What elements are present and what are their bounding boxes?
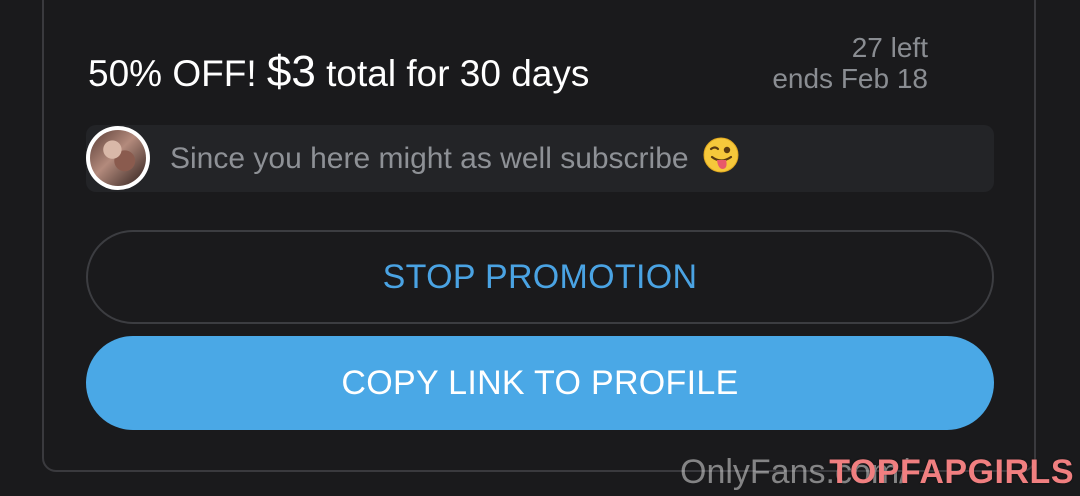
promotion-message: Since you here might as well subscribe bbox=[170, 136, 739, 182]
avatar bbox=[86, 126, 150, 190]
brand-watermark: TOPFAPGIRLS bbox=[829, 453, 1074, 491]
promotion-headline: 50% OFF! $3 total for 30 days bbox=[88, 46, 589, 100]
remaining-count: 27 left bbox=[851, 32, 928, 63]
promotion-price: $3 bbox=[266, 47, 316, 96]
promotion-meta: 27 left ends Feb 18 bbox=[772, 32, 928, 94]
avatar-image bbox=[90, 130, 146, 186]
headline-prefix: 50% OFF! bbox=[88, 53, 267, 94]
copy-link-to-profile-button[interactable]: COPY LINK TO PROFILE bbox=[86, 336, 994, 430]
message-text: Since you here might as well subscribe bbox=[170, 142, 689, 175]
end-date: ends Feb 18 bbox=[772, 63, 928, 94]
headline-suffix: total for 30 days bbox=[315, 53, 590, 94]
winking-tongue-emoji-icon bbox=[703, 137, 739, 173]
stop-promotion-button[interactable]: STOP PROMOTION bbox=[86, 230, 994, 324]
